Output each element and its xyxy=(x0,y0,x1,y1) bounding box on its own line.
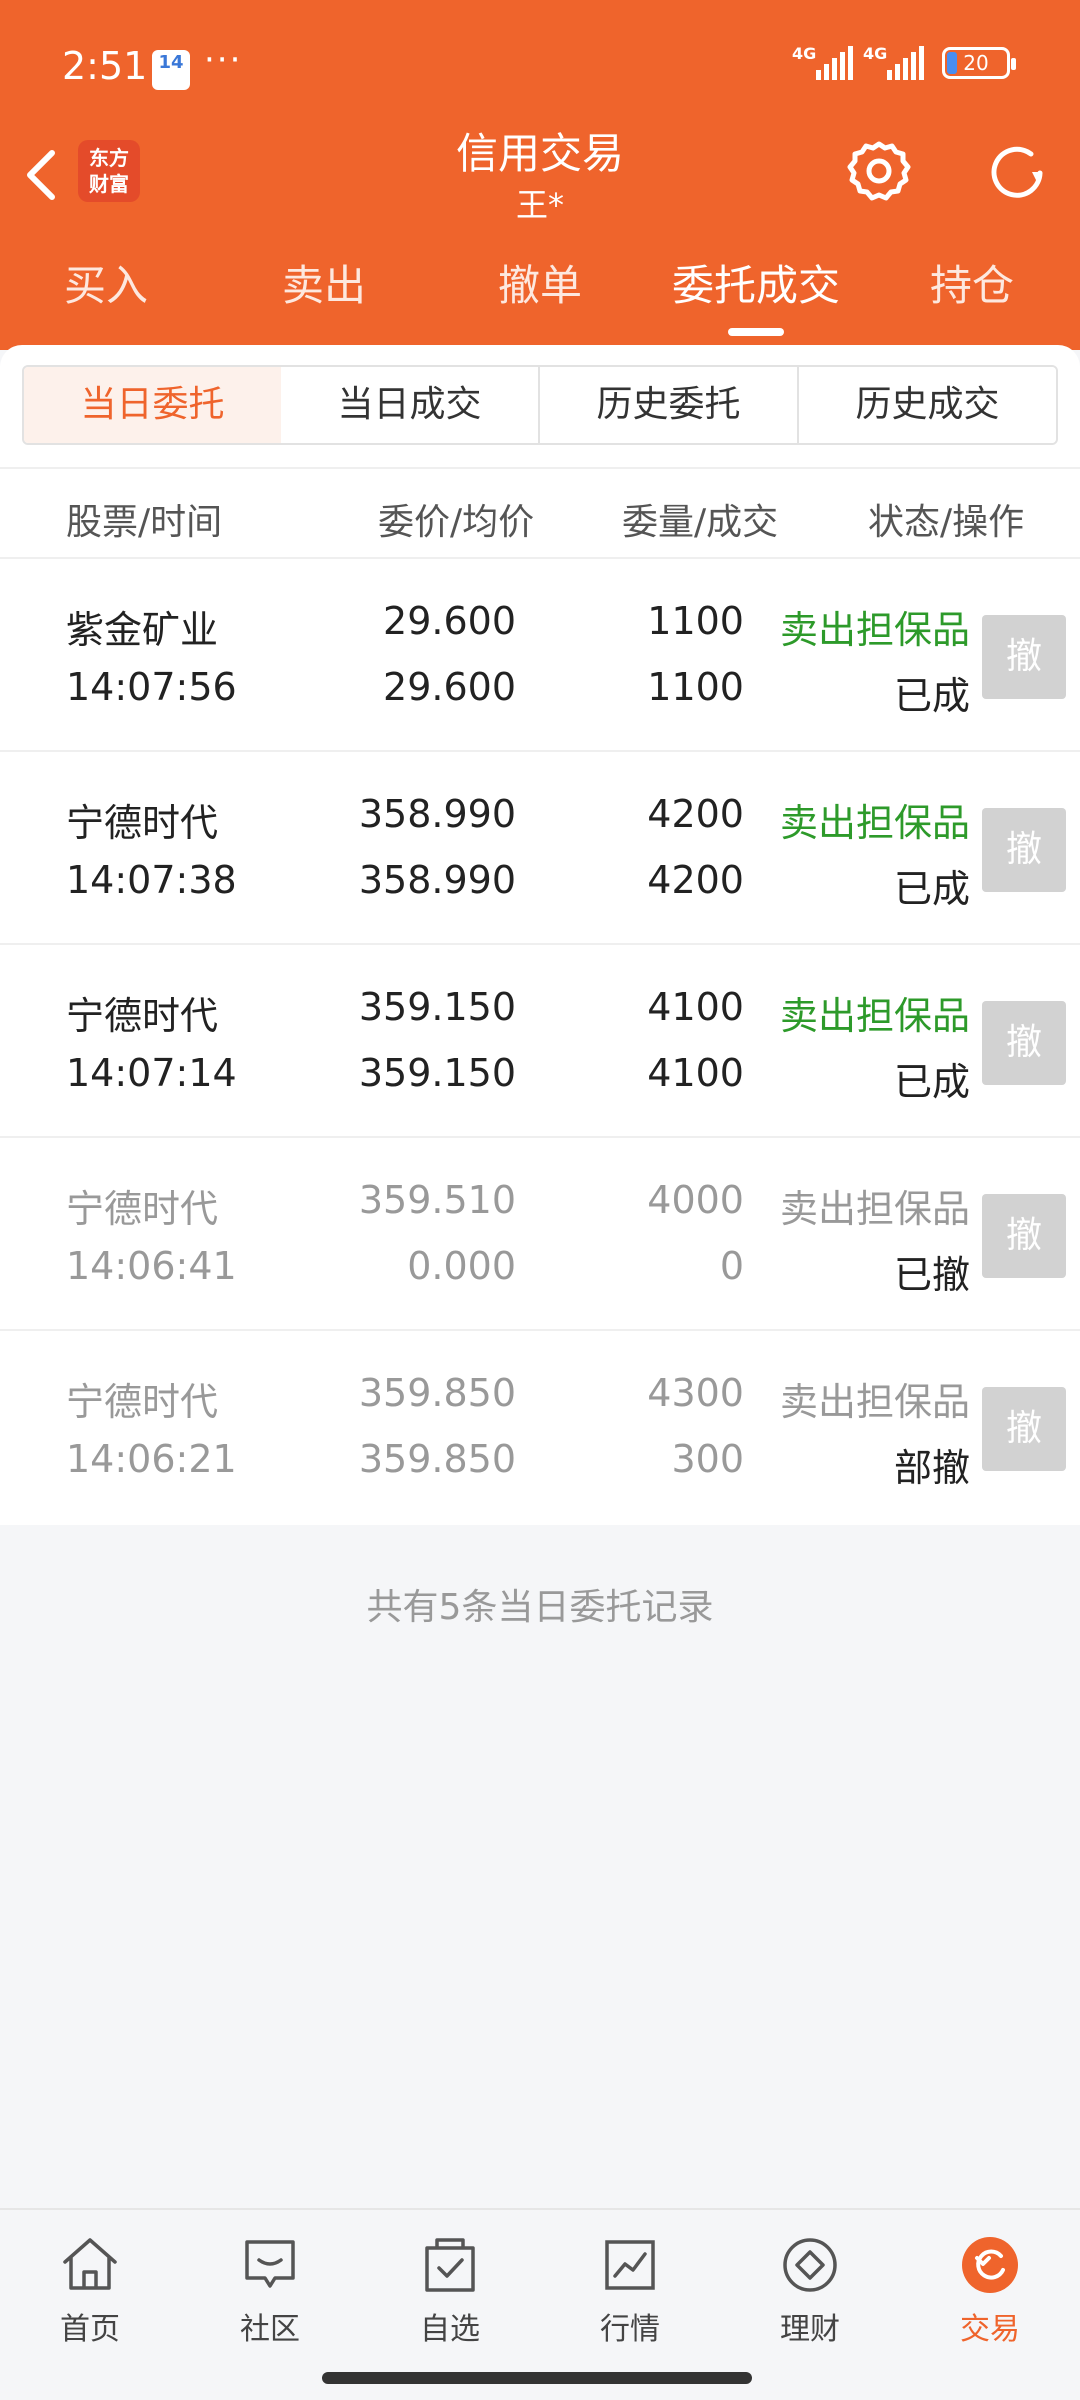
order-status: 已撤 xyxy=(893,1253,970,1297)
tab-positions[interactable]: 持仓 xyxy=(872,252,1072,313)
order-price: 359.510 xyxy=(358,1178,516,1222)
order-type: 卖出担保品 xyxy=(779,1187,970,1231)
checklist-bag-icon xyxy=(425,2238,475,2292)
stock-name: 紫金矿业 xyxy=(66,608,219,652)
diamond-icon xyxy=(783,2238,837,2292)
header-status-action: 状态/操作 xyxy=(868,502,1025,543)
order-qty: 4300 xyxy=(647,1371,744,1415)
table-row[interactable]: 宁德时代 14:07:14 359.150 359.150 4100 4100 … xyxy=(0,945,1080,1138)
stock-name: 宁德时代 xyxy=(66,801,219,845)
active-tab-indicator xyxy=(728,328,784,336)
status-time: 2:51 xyxy=(62,44,148,88)
record-count-note: 共有5条当日委托记录 xyxy=(366,1587,714,1628)
nav-wealth[interactable]: 理财 xyxy=(720,2232,900,2348)
order-time: 14:07:14 xyxy=(66,1051,237,1095)
order-price: 359.150 xyxy=(358,985,516,1029)
segment-control: 当日委托 当日成交 历史委托 历史成交 xyxy=(22,365,1058,445)
calendar-icon: 14 xyxy=(152,50,190,90)
chat-bubble-icon xyxy=(245,2240,295,2288)
avg-price: 29.600 xyxy=(383,665,516,709)
order-time: 14:07:56 xyxy=(66,665,237,709)
segment-today-trades[interactable]: 当日成交 xyxy=(281,367,540,443)
avg-price: 358.990 xyxy=(358,858,516,902)
order-qty: 1100 xyxy=(647,599,744,643)
trend-chart-icon xyxy=(605,2240,655,2290)
tab-buy[interactable]: 买入 xyxy=(6,252,206,313)
cancel-button[interactable]: 撤 xyxy=(982,808,1066,892)
order-qty: 4000 xyxy=(647,1178,744,1222)
filled-qty: 4100 xyxy=(647,1051,744,1095)
order-status: 已成 xyxy=(893,674,970,718)
page-title: 信用交易 xyxy=(455,129,624,178)
order-list: 紫金矿业 14:07:56 29.600 29.600 1100 1100 卖出… xyxy=(0,559,1080,1524)
tab-cancel-order[interactable]: 撤单 xyxy=(440,252,640,313)
table-row[interactable]: 宁德时代 14:06:21 359.850 359.850 4300 300 卖… xyxy=(0,1331,1080,1524)
battery-icon: 20 xyxy=(942,47,1016,79)
filled-qty: 0 xyxy=(719,1244,744,1288)
tab-sell[interactable]: 卖出 xyxy=(224,252,424,313)
trade-swap-icon xyxy=(962,2237,1018,2293)
filled-qty: 300 xyxy=(671,1437,744,1481)
cancel-button[interactable]: 撤 xyxy=(982,615,1066,699)
orders-panel: 当日委托 当日成交 历史委托 历史成交 股票/时间 委价/均价 委量/成交 状态… xyxy=(0,345,1080,1525)
avg-price: 359.850 xyxy=(358,1437,516,1481)
status-indicators: 4G 4G 20 xyxy=(792,44,1016,80)
cancel-button[interactable]: 撤 xyxy=(982,1194,1066,1278)
home-icon xyxy=(63,2238,117,2290)
order-status: 部撤 xyxy=(893,1446,970,1490)
stock-name: 宁德时代 xyxy=(66,994,219,1038)
nav-trade[interactable]: 交易 xyxy=(900,2232,1080,2348)
nav-community[interactable]: 社区 xyxy=(180,2232,360,2348)
order-time: 14:07:38 xyxy=(66,858,237,902)
cancel-button[interactable]: 撤 xyxy=(982,1387,1066,1471)
order-status: 已成 xyxy=(893,1060,970,1104)
nav-home[interactable]: 首页 xyxy=(0,2232,180,2348)
stock-name: 宁德时代 xyxy=(66,1187,219,1231)
order-type: 卖出担保品 xyxy=(779,994,970,1038)
cancel-button[interactable]: 撤 xyxy=(982,1001,1066,1085)
header-qty-filled: 委量/成交 xyxy=(622,502,779,543)
order-status: 已成 xyxy=(893,867,970,911)
segment-today-orders[interactable]: 当日委托 xyxy=(24,367,283,443)
trade-tabs: 买入 卖出 撤单 委托成交 持仓 xyxy=(0,252,1080,342)
signal-icon: 4G xyxy=(792,44,853,80)
nav-market[interactable]: 行情 xyxy=(540,2232,720,2348)
home-indicator xyxy=(322,2372,752,2384)
account-name: 王* xyxy=(515,186,564,224)
signal-icon: 4G xyxy=(863,44,924,80)
header-bar: 2:51 14 ··· 4G 4G 20 东方 财富 信用交易 王* 买入 卖出… xyxy=(0,0,1080,350)
order-type: 卖出担保品 xyxy=(779,1380,970,1424)
stock-name: 宁德时代 xyxy=(66,1380,219,1424)
status-bar: 2:51 14 ··· 4G 4G 20 xyxy=(0,0,1080,130)
table-row[interactable]: 宁德时代 14:07:38 358.990 358.990 4200 4200 … xyxy=(0,752,1080,945)
order-qty: 4200 xyxy=(647,792,744,836)
order-qty: 4100 xyxy=(647,985,744,1029)
order-time: 14:06:21 xyxy=(66,1437,237,1481)
segment-history-orders[interactable]: 历史委托 xyxy=(540,367,799,443)
avg-price: 359.150 xyxy=(358,1051,516,1095)
table-row[interactable]: 紫金矿业 14:07:56 29.600 29.600 1100 1100 卖出… xyxy=(0,559,1080,752)
order-time: 14:06:41 xyxy=(66,1244,237,1288)
more-notifications-icon: ··· xyxy=(204,40,243,80)
filled-qty: 1100 xyxy=(647,665,744,709)
order-price: 358.990 xyxy=(358,792,516,836)
avg-price: 0.000 xyxy=(407,1244,516,1288)
table-header: 股票/时间 委价/均价 委量/成交 状态/操作 xyxy=(0,467,1080,559)
table-row[interactable]: 宁德时代 14:06:41 359.510 0.000 4000 0 卖出担保品… xyxy=(0,1138,1080,1331)
order-type: 卖出担保品 xyxy=(779,801,970,845)
filled-qty: 4200 xyxy=(647,858,744,902)
segment-history-trades[interactable]: 历史成交 xyxy=(799,367,1056,443)
order-type: 卖出担保品 xyxy=(779,608,970,652)
tab-orders-trades[interactable]: 委托成交 xyxy=(656,252,856,313)
order-price: 29.600 xyxy=(383,599,516,643)
nav-watchlist[interactable]: 自选 xyxy=(360,2232,540,2348)
header-stock-time: 股票/时间 xyxy=(66,502,223,543)
header-price-avg: 委价/均价 xyxy=(378,502,535,543)
refresh-icon[interactable] xyxy=(984,140,1050,206)
gear-icon[interactable] xyxy=(846,138,912,204)
order-price: 359.850 xyxy=(358,1371,516,1415)
